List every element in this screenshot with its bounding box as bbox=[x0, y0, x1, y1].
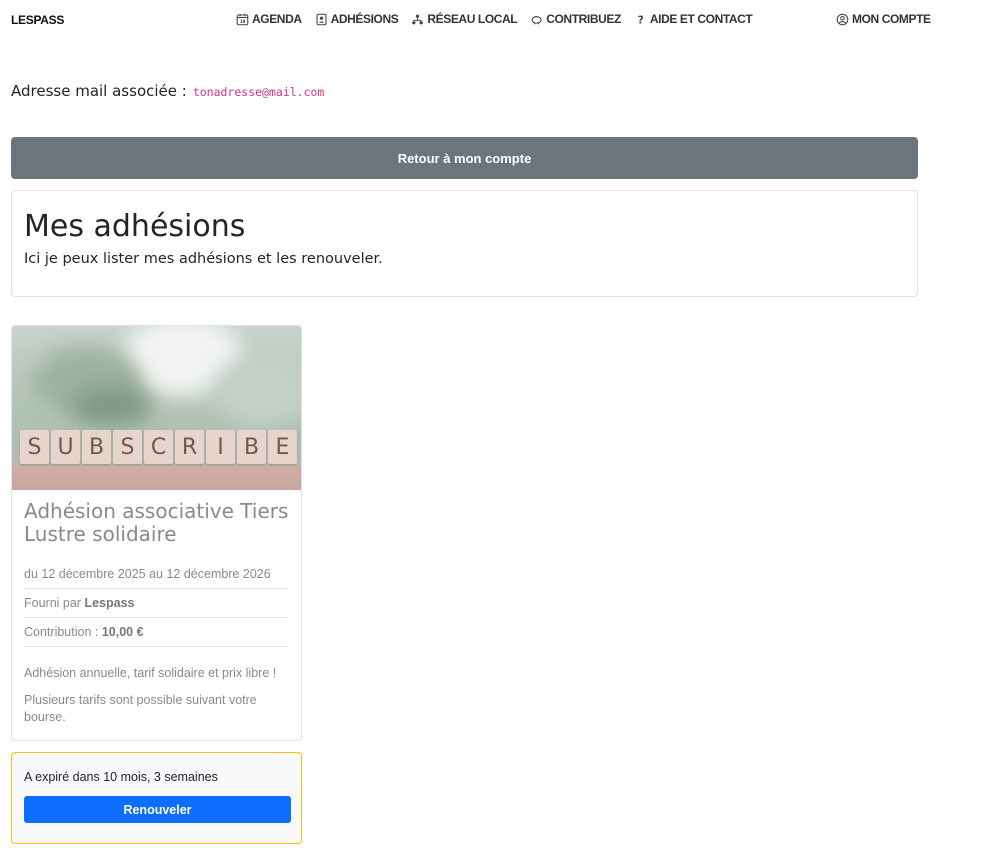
membership-provider-row: Fourni par Lespass bbox=[24, 589, 289, 618]
membership-description: Adhésion annuelle, tarif solidaire et pr… bbox=[24, 665, 289, 726]
nav-label-reseau-local: RÉSEAU LOCAL bbox=[427, 12, 518, 26]
contribution-amount: 10,00 € bbox=[101, 625, 144, 639]
scrabble-tiles: S U B S C R I B E bbox=[20, 430, 297, 464]
tile: U bbox=[51, 430, 80, 464]
membership-card: S U B S C R I B E Adhésion associative T… bbox=[11, 325, 302, 741]
expiry-status-text: A expiré dans 10 mois, 3 semaines bbox=[24, 770, 218, 784]
page-title: Mes adhésions bbox=[24, 209, 246, 244]
svg-text:?: ? bbox=[638, 14, 644, 25]
calendar-icon: 19 bbox=[236, 13, 249, 25]
nav-item-reseau-local[interactable]: RÉSEAU LOCAL bbox=[411, 12, 518, 26]
question-icon: ? bbox=[638, 14, 644, 25]
nav-label-aide-contact: AIDE ET CONTACT bbox=[649, 12, 753, 26]
id-badge-icon bbox=[316, 13, 327, 25]
description-line: Adhésion annuelle, tarif solidaire et pr… bbox=[24, 666, 277, 680]
user-circle-icon bbox=[836, 13, 849, 25]
description-line: Plusieurs tarifs sont possible suivant v… bbox=[24, 693, 257, 724]
tile: R bbox=[175, 430, 204, 464]
image-table-edge bbox=[12, 466, 301, 490]
provider-prefix: Fourni par bbox=[24, 596, 81, 610]
nav-item-aide-contact[interactable]: ? AIDE ET CONTACT bbox=[634, 12, 753, 26]
nav-item-adhesions[interactable]: ADHÉSIONS bbox=[315, 12, 399, 26]
email-line: Adresse mail associée : tonadresse@mail.… bbox=[11, 82, 324, 100]
svg-text:19: 19 bbox=[240, 19, 245, 24]
nav-item-mon-compte[interactable]: MON COMPTE bbox=[836, 12, 931, 26]
email-label: Adresse mail associée : bbox=[11, 82, 187, 100]
membership-image: S U B S C R I B E bbox=[12, 326, 301, 490]
email-value: tonadresse@mail.com bbox=[192, 85, 325, 99]
membership-status-box: A expiré dans 10 mois, 3 semaines Renouv… bbox=[11, 752, 302, 844]
membership-contribution-row: Contribution : 10,00 € bbox=[24, 618, 289, 647]
nav-item-contribuez[interactable]: CONTRIBUEZ bbox=[530, 12, 621, 26]
membership-title: Adhésion associative Tiers Lustre solida… bbox=[24, 499, 289, 546]
page-header-card: Mes adhésions Ici je peux lister mes adh… bbox=[11, 190, 918, 297]
piggy-bank-icon bbox=[531, 15, 542, 24]
tile: S bbox=[20, 430, 49, 464]
back-to-account-button[interactable]: Retour à mon compte bbox=[11, 137, 918, 179]
renew-button[interactable]: Renouveler bbox=[24, 796, 291, 823]
membership-details: du 12 décembre 2025 au 12 décembre 2026 … bbox=[24, 560, 289, 647]
tile: C bbox=[144, 430, 173, 464]
network-icon bbox=[412, 14, 424, 24]
nav-label-agenda: AGENDA bbox=[252, 12, 302, 26]
tile: B bbox=[237, 430, 266, 464]
page-subtitle: Ici je peux lister mes adhésions et les … bbox=[24, 251, 383, 267]
nav-links: 19 AGENDA ADHÉSIONS RÉSEAU LOCAL CONTRIB… bbox=[236, 12, 753, 26]
tile: I bbox=[206, 430, 235, 464]
nav-item-agenda[interactable]: 19 AGENDA bbox=[236, 12, 302, 26]
tile: B bbox=[82, 430, 111, 464]
membership-body: Adhésion associative Tiers Lustre solida… bbox=[12, 490, 301, 736]
contribution-prefix: Contribution : bbox=[24, 625, 99, 639]
nav-label-mon-compte: MON COMPTE bbox=[852, 12, 931, 26]
navbar: LESPASS 19 AGENDA ADHÉSIONS RÉSEAU LOCAL… bbox=[0, 0, 1001, 42]
tile: E bbox=[268, 430, 297, 464]
membership-dates: du 12 décembre 2025 au 12 décembre 2026 bbox=[24, 560, 289, 589]
tile: S bbox=[113, 430, 142, 464]
nav-label-contribuez: CONTRIBUEZ bbox=[546, 12, 621, 26]
nav-label-adhesions: ADHÉSIONS bbox=[330, 12, 399, 26]
provider-name: Lespass bbox=[84, 596, 135, 610]
brand-logo[interactable]: LESPASS bbox=[11, 13, 64, 27]
